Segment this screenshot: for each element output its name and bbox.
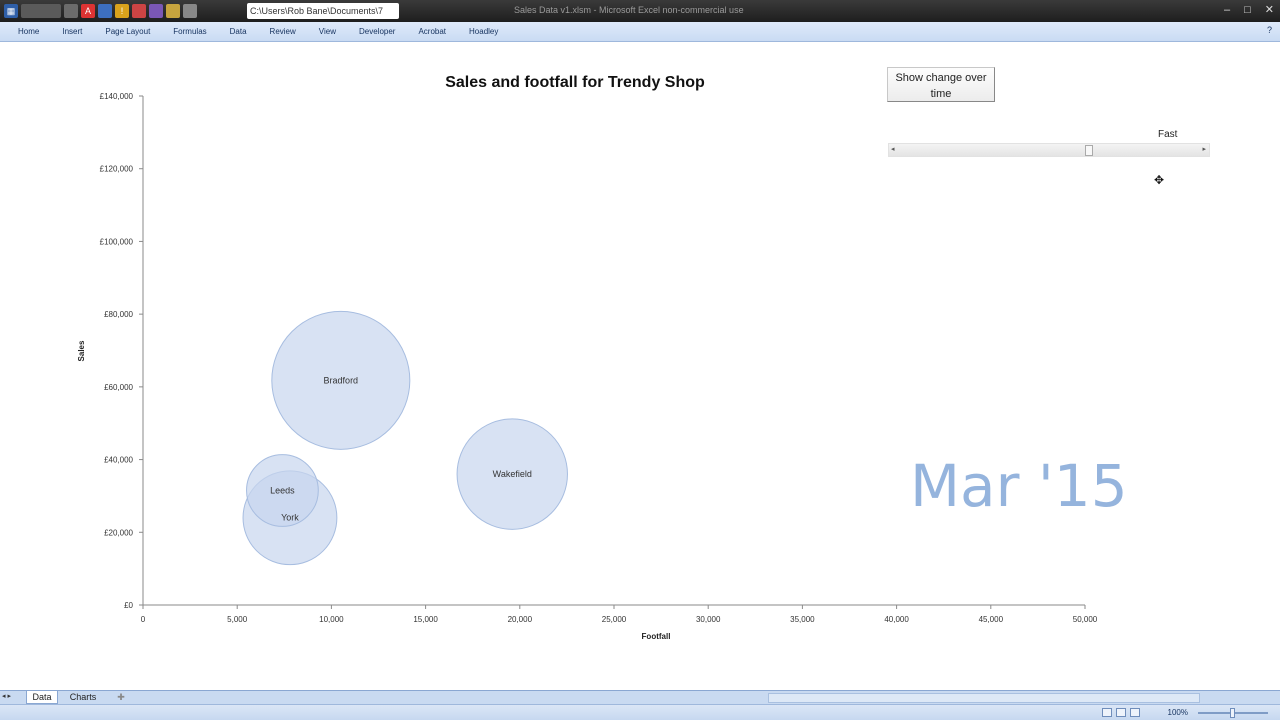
help-icon[interactable]: ? <box>1267 25 1272 35</box>
tab-formulas[interactable]: Formulas <box>173 22 206 42</box>
page-layout-view-icon[interactable] <box>1116 708 1126 717</box>
x-tick-label: 0 <box>141 615 146 624</box>
ribbon: Home Insert Page Layout Formulas Data Re… <box>0 22 1280 42</box>
macro-icon[interactable] <box>149 4 163 18</box>
zoom-slider[interactable] <box>1198 708 1268 718</box>
bubble-label-leeds: Leeds <box>270 485 295 495</box>
x-tick-label: 35,000 <box>790 615 815 624</box>
bubble-label-york: York <box>281 513 299 523</box>
y-tick-label: £40,000 <box>104 456 133 465</box>
sheet-tab-charts[interactable]: Charts <box>62 691 104 704</box>
view-buttons <box>1102 708 1140 717</box>
x-tick-label: 45,000 <box>979 615 1004 624</box>
page-break-view-icon[interactable] <box>1130 708 1140 717</box>
x-tick-label: 20,000 <box>508 615 533 624</box>
new-sheet-icon[interactable]: ✚ <box>112 691 130 704</box>
tools-icon[interactable] <box>166 4 180 18</box>
y-axis-title: Sales <box>77 340 86 361</box>
tab-home[interactable]: Home <box>18 22 39 42</box>
address-box[interactable]: C:\Users\Rob Bane\Documents\7 <box>247 3 399 19</box>
scroll-right-arrow-icon[interactable]: ▸ <box>1202 145 1206 153</box>
zoom-level[interactable]: 100% <box>1168 708 1188 717</box>
y-tick-label: £20,000 <box>104 528 133 537</box>
show-change-over-time-button[interactable]: Show change over time <box>887 67 995 102</box>
x-axis-title: Footfall <box>642 632 671 641</box>
warning-icon[interactable]: ! <box>115 4 129 18</box>
bubble-label-wakefield: Wakefield <box>493 469 532 479</box>
tab-page-layout[interactable]: Page Layout <box>105 22 150 42</box>
tab-hoadley[interactable]: Hoadley <box>469 22 498 42</box>
normal-view-icon[interactable] <box>1102 708 1112 717</box>
x-tick-label: 40,000 <box>884 615 909 624</box>
excel-icon[interactable]: ▦ <box>4 4 18 18</box>
status-bar: 100% <box>0 704 1280 720</box>
quick-access-toolbar: ▦ A ! <box>4 3 197 19</box>
y-tick-label: £0 <box>124 601 133 610</box>
speed-scrollbar[interactable]: ◂ ▸ <box>888 143 1210 157</box>
tab-review[interactable]: Review <box>270 22 296 42</box>
y-tick-label: £100,000 <box>100 237 134 246</box>
new-file-icon[interactable] <box>64 4 78 18</box>
scrollbar-thumb[interactable] <box>1085 145 1093 156</box>
zoom-slider-knob[interactable] <box>1230 708 1235 718</box>
x-tick-label: 15,000 <box>413 615 438 624</box>
sheet-tab-bar: ◂ ▸ Data Charts ✚ <box>0 690 1280 704</box>
sheet-tab-data[interactable]: Data <box>26 691 58 704</box>
title-bar: ▦ A ! C:\Users\Rob Bane\Documents\7 Sale… <box>0 0 1280 22</box>
ribbon-tabs: Home Insert Page Layout Formulas Data Re… <box>0 22 498 42</box>
save-icon[interactable] <box>21 4 61 18</box>
scroll-left-arrow-icon[interactable]: ◂ <box>891 145 895 153</box>
x-tick-label: 5,000 <box>227 615 248 624</box>
window-controls: – □ ✕ <box>1224 0 1274 20</box>
y-tick-label: £60,000 <box>104 383 133 392</box>
close-button[interactable]: ✕ <box>1265 0 1274 20</box>
x-tick-label: 10,000 <box>319 615 344 624</box>
maximize-button[interactable]: □ <box>1244 0 1251 20</box>
tab-view[interactable]: View <box>319 22 336 42</box>
cursor-icon: ✥ <box>1154 173 1165 187</box>
acrobat-icon[interactable]: A <box>81 4 95 18</box>
window-title: Sales Data v1.xlsm - Microsoft Excel non… <box>514 5 744 15</box>
y-tick-label: £140,000 <box>100 92 134 101</box>
tab-acrobat[interactable]: Acrobat <box>418 22 446 42</box>
tab-insert[interactable]: Insert <box>62 22 82 42</box>
fast-label: Fast <box>1158 129 1178 140</box>
tab-developer[interactable]: Developer <box>359 22 395 42</box>
chart-icon[interactable] <box>98 4 112 18</box>
document-icon[interactable] <box>183 4 197 18</box>
sheet-navigation-icon[interactable]: ◂ ▸ <box>2 692 11 700</box>
x-tick-label: 50,000 <box>1073 615 1098 624</box>
bubble-chart[interactable]: Sales and footfall for Trendy Shop £0 £20,… <box>0 42 1280 690</box>
month-label: Mar '15 <box>910 452 1128 520</box>
tab-data[interactable]: Data <box>230 22 247 42</box>
y-tick-label: £80,000 <box>104 310 133 319</box>
chart-title: Sales and footfall for Trendy Shop <box>445 74 705 91</box>
y-tick-label: £120,000 <box>100 165 134 174</box>
minimize-button[interactable]: – <box>1224 0 1230 20</box>
sort-icon[interactable] <box>132 4 146 18</box>
bubble-label-bradford: Bradford <box>324 375 359 385</box>
x-tick-label: 30,000 <box>696 615 721 624</box>
horizontal-scrollbar[interactable] <box>768 693 1200 703</box>
x-tick-label: 25,000 <box>602 615 627 624</box>
